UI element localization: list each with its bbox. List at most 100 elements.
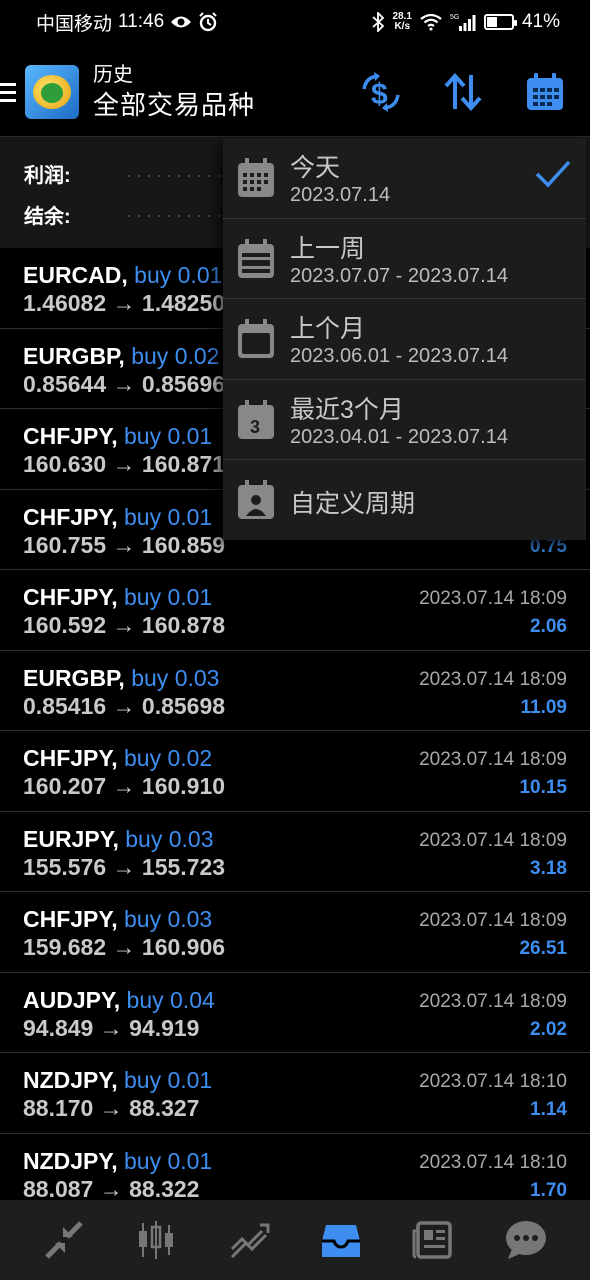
trade-side: buy 0.02 [131, 342, 220, 369]
trade-time: 2023.07.14 18:09 [419, 668, 567, 690]
nav-quotes[interactable] [42, 1218, 86, 1262]
nav-trade[interactable] [227, 1218, 271, 1262]
wifi-icon [420, 13, 442, 31]
calendar-button[interactable] [524, 71, 566, 113]
trade-side: buy 0.03 [125, 825, 214, 852]
period-item-last-month[interactable]: 上个月 2023.06.01 - 2023.07.14 [223, 299, 586, 380]
trade-profit: 1.14 [530, 1099, 567, 1120]
trade-prices: 0.85644 → 0.85696 [23, 370, 226, 397]
trade-symbol: CHFJPY, buy 0.02 [23, 745, 213, 771]
trade-side: buy 0.03 [123, 906, 213, 932]
calendar-day-icon [238, 158, 274, 197]
trade-time: 2023.07.14 18:09 [419, 829, 567, 851]
trade-symbol: AUDJPY, buy 0.04 [23, 986, 215, 1013]
period-label: 自定义周期 [290, 490, 416, 518]
trade-row[interactable]: CHFJPY, buy 0.02 160.207 → 160.910 2023.07… [0, 731, 590, 812]
status-bar: 中国移动 11:46 28.1 K/s 5G 41% [0, 0, 590, 44]
trade-time: 2023.07.14 18:10 [419, 1071, 567, 1092]
sort-button[interactable] [442, 71, 484, 113]
period-range: 2023.06.01 - 2023.07.14 [290, 345, 508, 367]
calendar-week-icon [238, 238, 274, 278]
trade-row[interactable]: NZDJPY, buy 0.01 88.170 → 88.327 2023.07.1… [0, 1053, 590, 1134]
eye-icon [170, 14, 192, 30]
trade-side: buy 0.01 [123, 503, 213, 530]
trade-prices: 88.170 → 88.327 [23, 1095, 200, 1121]
period-item-last-week[interactable]: 上一周 2023.07.07 - 2023.07.14 [223, 219, 586, 299]
trade-prices: 155.576 → 155.723 [23, 853, 226, 880]
nav-news[interactable] [411, 1218, 455, 1262]
trade-side: buy 0.03 [131, 664, 220, 691]
trade-side: buy 0.01 [123, 1067, 213, 1093]
trade-row[interactable]: CHFJPY, buy 0.01 160.592 → 160.878 2023.07… [0, 570, 590, 651]
trade-time: 2023.07.14 18:09 [419, 910, 567, 931]
check-icon [535, 160, 571, 188]
trade-time: 2023.07.14 18:09 [419, 749, 567, 770]
trade-symbol: EURGBP, buy 0.02 [23, 342, 220, 369]
trade-row[interactable]: CHFJPY, buy 0.03 159.682 → 160.906 2023.07… [0, 892, 590, 973]
symbol-filter[interactable]: 全部交易品种 [93, 88, 255, 122]
period-label: 上个月 [290, 315, 366, 343]
calendar-icon [527, 73, 563, 110]
trade-symbol: CHFJPY, buy 0.01 [23, 423, 213, 449]
trade-side: buy 0.04 [126, 986, 215, 1013]
trade-prices: 160.207 → 160.910 [23, 773, 226, 799]
trade-symbol: EURGBP, buy 0.03 [23, 664, 220, 691]
currency-exchange-icon: $ [362, 72, 400, 112]
app-header: 历史 全部交易品种 $ [0, 52, 590, 132]
nav-history[interactable] [319, 1218, 363, 1262]
trade-side: buy 0.02 [123, 745, 213, 771]
net-speed: 28.1 K/s [393, 12, 412, 32]
bottom-navigation [0, 1200, 590, 1280]
balance-label: 结余: [24, 206, 71, 228]
trade-side: buy 0.01 [123, 423, 213, 449]
period-label: 今天 [290, 154, 341, 182]
trade-side: buy 0.01 [123, 584, 213, 610]
trade-prices: 159.682 → 160.906 [23, 934, 226, 960]
alarm-icon [198, 12, 218, 32]
chat-icon [505, 1221, 546, 1259]
sort-icon [444, 73, 482, 111]
trade-prices: 0.85416 → 0.85698 [23, 692, 226, 719]
trade-time: 2023.07.14 18:09 [419, 990, 567, 1012]
trade-row[interactable]: EURGBP, buy 0.03 0.85416 → 0.85698 2023.07… [0, 651, 590, 731]
trade-prices: 94.849 → 94.919 [23, 1014, 200, 1041]
trade-prices: 1.46082 → 1.48250 [23, 290, 226, 316]
menu-icon[interactable] [0, 82, 16, 102]
period-label: 最近3个月 [290, 395, 404, 424]
trade-time: 2023.07.14 18:10 [419, 1151, 567, 1173]
trade-prices: 160.630 → 160.871 [23, 451, 226, 477]
trade-row[interactable]: AUDJPY, buy 0.04 94.849 → 94.919 2023.07.1… [0, 973, 590, 1053]
trade-profit: 26.51 [519, 938, 567, 959]
trade-row[interactable]: EURJPY, buy 0.03 155.576 → 155.723 2023.07… [0, 812, 590, 892]
period-label: 上一周 [290, 234, 366, 263]
quotes-icon [45, 1221, 83, 1259]
trade-symbol: EURCAD, buy 0.01 [23, 262, 223, 288]
calendar-month-icon [238, 319, 274, 358]
currency-exchange-button[interactable]: $ [360, 71, 402, 113]
profit-label: 利润: [24, 165, 71, 187]
trade-prices: 160.592 → 160.878 [23, 612, 226, 638]
app-logo [25, 65, 79, 119]
carrier-label: 中国移动 [36, 13, 113, 35]
trade-symbol: NZDJPY, buy 0.01 [23, 1147, 213, 1174]
nav-chart[interactable] [134, 1218, 178, 1262]
profit-row: 利润: [24, 159, 71, 188]
history-icon [322, 1225, 361, 1257]
period-item-last-3-months[interactable]: 3 最近3个月 2023.04.01 - 2023.07.14 [223, 380, 586, 460]
period-item-custom[interactable]: 自定义周期 [223, 460, 586, 541]
trade-side: buy 0.01 [123, 1147, 213, 1174]
battery-icon [483, 14, 517, 30]
period-item-today[interactable]: 今天 2023.07.14 [223, 138, 586, 219]
chart-icon [139, 1221, 174, 1259]
period-range: 2023.04.01 - 2023.07.14 [290, 425, 508, 448]
nav-chat[interactable] [504, 1218, 548, 1262]
trade-symbol: CHFJPY, buy 0.01 [23, 503, 213, 530]
trade-profit: 3.18 [530, 857, 567, 879]
calendar-3-label: 3 [250, 417, 260, 437]
page-title: 历史 [93, 64, 133, 86]
calendar-custom-icon [238, 480, 274, 519]
period-range: 2023.07.14 [290, 184, 391, 206]
period-range: 2023.07.07 - 2023.07.14 [290, 264, 508, 287]
balance-row: 结余: [24, 200, 71, 229]
net-speed-unit: K/s [394, 21, 411, 32]
